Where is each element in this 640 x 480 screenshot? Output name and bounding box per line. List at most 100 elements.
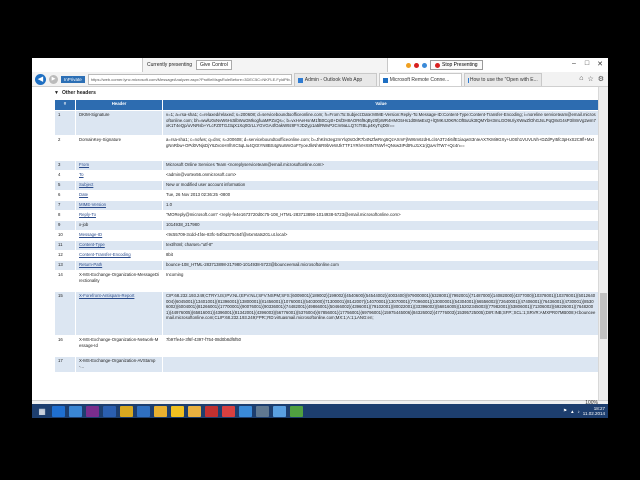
vertical-scrollbar[interactable] xyxy=(598,87,608,400)
header-name: x-job xyxy=(75,220,163,231)
stop-presenting-button[interactable]: Stop Presenting xyxy=(430,60,483,70)
give-control-select[interactable]: Give Control xyxy=(196,60,232,70)
table-row: 5 Subject New or modified user account inf… xyxy=(54,180,598,191)
star-app-icon[interactable] xyxy=(171,405,184,417)
header-name[interactable]: Date xyxy=(75,190,163,201)
table-row: 8 Reply-To "MOReply@microsoft.com" <reply-… xyxy=(54,210,598,221)
close-icon[interactable]: ✕ xyxy=(594,60,606,68)
gift-icon[interactable] xyxy=(205,405,218,417)
header-value: bounce-108_HTML-283713898-217980-1014938… xyxy=(162,260,598,271)
row-number: 1 xyxy=(54,110,76,136)
header-name-text: x-job xyxy=(79,222,89,227)
browser-tab[interactable]: How to use the "Open with E... xyxy=(463,73,542,86)
column-value: Value xyxy=(162,99,598,111)
table-row: 14 X-MS-Exchange-Organization-MessageDire… xyxy=(54,270,598,292)
gear-icon[interactable]: ⚙ xyxy=(598,75,604,83)
row-number: 6 xyxy=(54,190,76,201)
row-number: 13 xyxy=(54,260,76,271)
lync-2013-icon[interactable] xyxy=(137,405,150,417)
browser-tab[interactable]: Admin - Outlook Web App xyxy=(293,73,377,86)
row-number: 9 xyxy=(54,220,76,231)
header-name[interactable]: Message-ID xyxy=(75,230,163,241)
volume-icon[interactable]: ♪ xyxy=(578,409,580,414)
header-value: "MOReply@microsoft.com" <reply-fe4e16737… xyxy=(162,210,598,221)
header-name[interactable]: From xyxy=(75,160,163,171)
header-value: Tue, 26 Nov 2013 02:36:25 -0800 xyxy=(162,190,598,201)
header-name[interactable]: Content-Transfer-Encoding xyxy=(75,250,163,261)
table-row: 7 MIME-Version 1.0 xyxy=(54,200,598,211)
row-number: 16 xyxy=(54,335,76,357)
file-explorer-icon[interactable] xyxy=(154,405,167,417)
header-name[interactable]: To xyxy=(75,170,163,181)
address-bar[interactable]: https://web.corner.lync.microsoft.com/Me… xyxy=(87,73,292,85)
flag-icon[interactable]: ⚑ xyxy=(563,408,567,414)
row-number: 11 xyxy=(54,240,76,251)
header-name-text: Subject xyxy=(79,182,94,187)
row-number: 7 xyxy=(54,200,76,211)
row-number: 4 xyxy=(54,170,76,181)
windows-start-icon[interactable]: ▦ xyxy=(36,406,48,416)
browser-tab[interactable]: Microsoft Remote Conne... xyxy=(378,73,462,86)
header-name-text: MIME-Version xyxy=(79,202,106,207)
header-name-text: Message-ID xyxy=(79,232,103,237)
photo-icon[interactable] xyxy=(290,405,303,417)
table-row: 3 From Microsoft Online Services Team <nor… xyxy=(54,160,598,171)
table-row: 1 DKIM-Signature v=1; a=rsa-sha1; c=relaxe… xyxy=(54,110,598,136)
favorites-star-icon[interactable]: ☆ xyxy=(587,75,593,83)
lync-icon[interactable] xyxy=(69,405,82,417)
header-name-text: DomainKey-Signature xyxy=(79,137,122,142)
header-value: Incoming xyxy=(162,270,598,292)
word-icon[interactable] xyxy=(103,405,116,417)
header-name[interactable]: MIME-Version xyxy=(75,200,163,211)
clock[interactable]: 18:27 11.02.2014 xyxy=(583,406,605,416)
back-button[interactable]: ◀ xyxy=(35,73,46,85)
presenting-label: Currently presenting xyxy=(147,62,193,68)
settings-icon[interactable] xyxy=(256,405,269,417)
tab-favicon-icon xyxy=(297,77,303,83)
header-name[interactable]: X-Forefront-Antispam-Report xyxy=(75,291,163,336)
record-icon[interactable] xyxy=(414,62,419,68)
headers-table: # Header Value 1 DKIM-Signature v=1; a=rsa… xyxy=(54,99,598,373)
scrollbar-thumb[interactable] xyxy=(600,293,607,339)
chrome-icon[interactable] xyxy=(120,405,133,417)
maximize-icon[interactable]: □ xyxy=(581,60,593,68)
other-headers-title[interactable]: ▼ Other headers xyxy=(54,90,96,96)
pause-icon[interactable] xyxy=(406,62,411,68)
monitor-icon[interactable] xyxy=(273,405,286,417)
table-row: 17 X-MS-Exchange-Organization-AVStamp-... xyxy=(54,356,598,373)
forward-button[interactable]: ▶ xyxy=(49,74,58,84)
header-value: 8bit xyxy=(162,250,598,261)
header-name-text: To xyxy=(79,172,84,177)
annotate-icon[interactable] xyxy=(422,62,427,68)
row-number: 10 xyxy=(54,230,76,241)
taskbar: ▦ ⚑ ▲ ♪ 18:27 11.02.2014 xyxy=(32,404,608,418)
header-name: X-MS-Exchange-Organization-MessageDirect… xyxy=(75,270,163,292)
presenting-controls: Stop Presenting xyxy=(406,60,483,70)
folder-icon[interactable] xyxy=(188,405,201,417)
row-number: 5 xyxy=(54,180,76,191)
system-tray: ⚑ ▲ ♪ 18:27 11.02.2014 xyxy=(563,406,605,416)
header-name-text: Date xyxy=(79,192,89,197)
network-icon[interactable]: ▲ xyxy=(570,409,574,414)
header-name[interactable]: Subject xyxy=(75,180,163,191)
header-value: 7b97fe4e-3f6f-4397-f754-08d0b8df6f50 xyxy=(162,335,598,357)
outlook-icon[interactable] xyxy=(52,405,65,417)
check-icon[interactable] xyxy=(222,405,235,417)
header-value: 1014938_217980 xyxy=(162,220,598,231)
header-value: 1.0 xyxy=(162,200,598,211)
header-name[interactable]: Return-Path xyxy=(75,260,163,271)
home-icon[interactable]: ⌂ xyxy=(579,75,583,83)
stop-icon xyxy=(435,62,440,68)
header-value: a=rsa-sha1; c=nofws; q=dns; s=200608; d=… xyxy=(162,135,598,161)
globe-icon[interactable] xyxy=(239,405,252,417)
collapse-arrow-icon[interactable]: ▼ xyxy=(54,90,59,96)
header-name[interactable]: Reply-To xyxy=(75,210,163,221)
header-name-text: From xyxy=(79,162,90,167)
tab-strip: Admin - Outlook Web App Microsoft Remote … xyxy=(292,72,542,86)
minimize-icon[interactable]: – xyxy=(568,60,580,68)
screen: Currently presenting Give Control Stop P… xyxy=(32,58,608,418)
table-row: 6 Date Tue, 26 Nov 2013 02:36:25 -0800 xyxy=(54,190,598,201)
header-value: CIP:68.232.193.249;CTRY:US;IPV:NLI;EFV:N… xyxy=(162,291,598,336)
onenote-icon[interactable] xyxy=(86,405,99,417)
header-name[interactable]: Content-Type xyxy=(75,240,163,251)
